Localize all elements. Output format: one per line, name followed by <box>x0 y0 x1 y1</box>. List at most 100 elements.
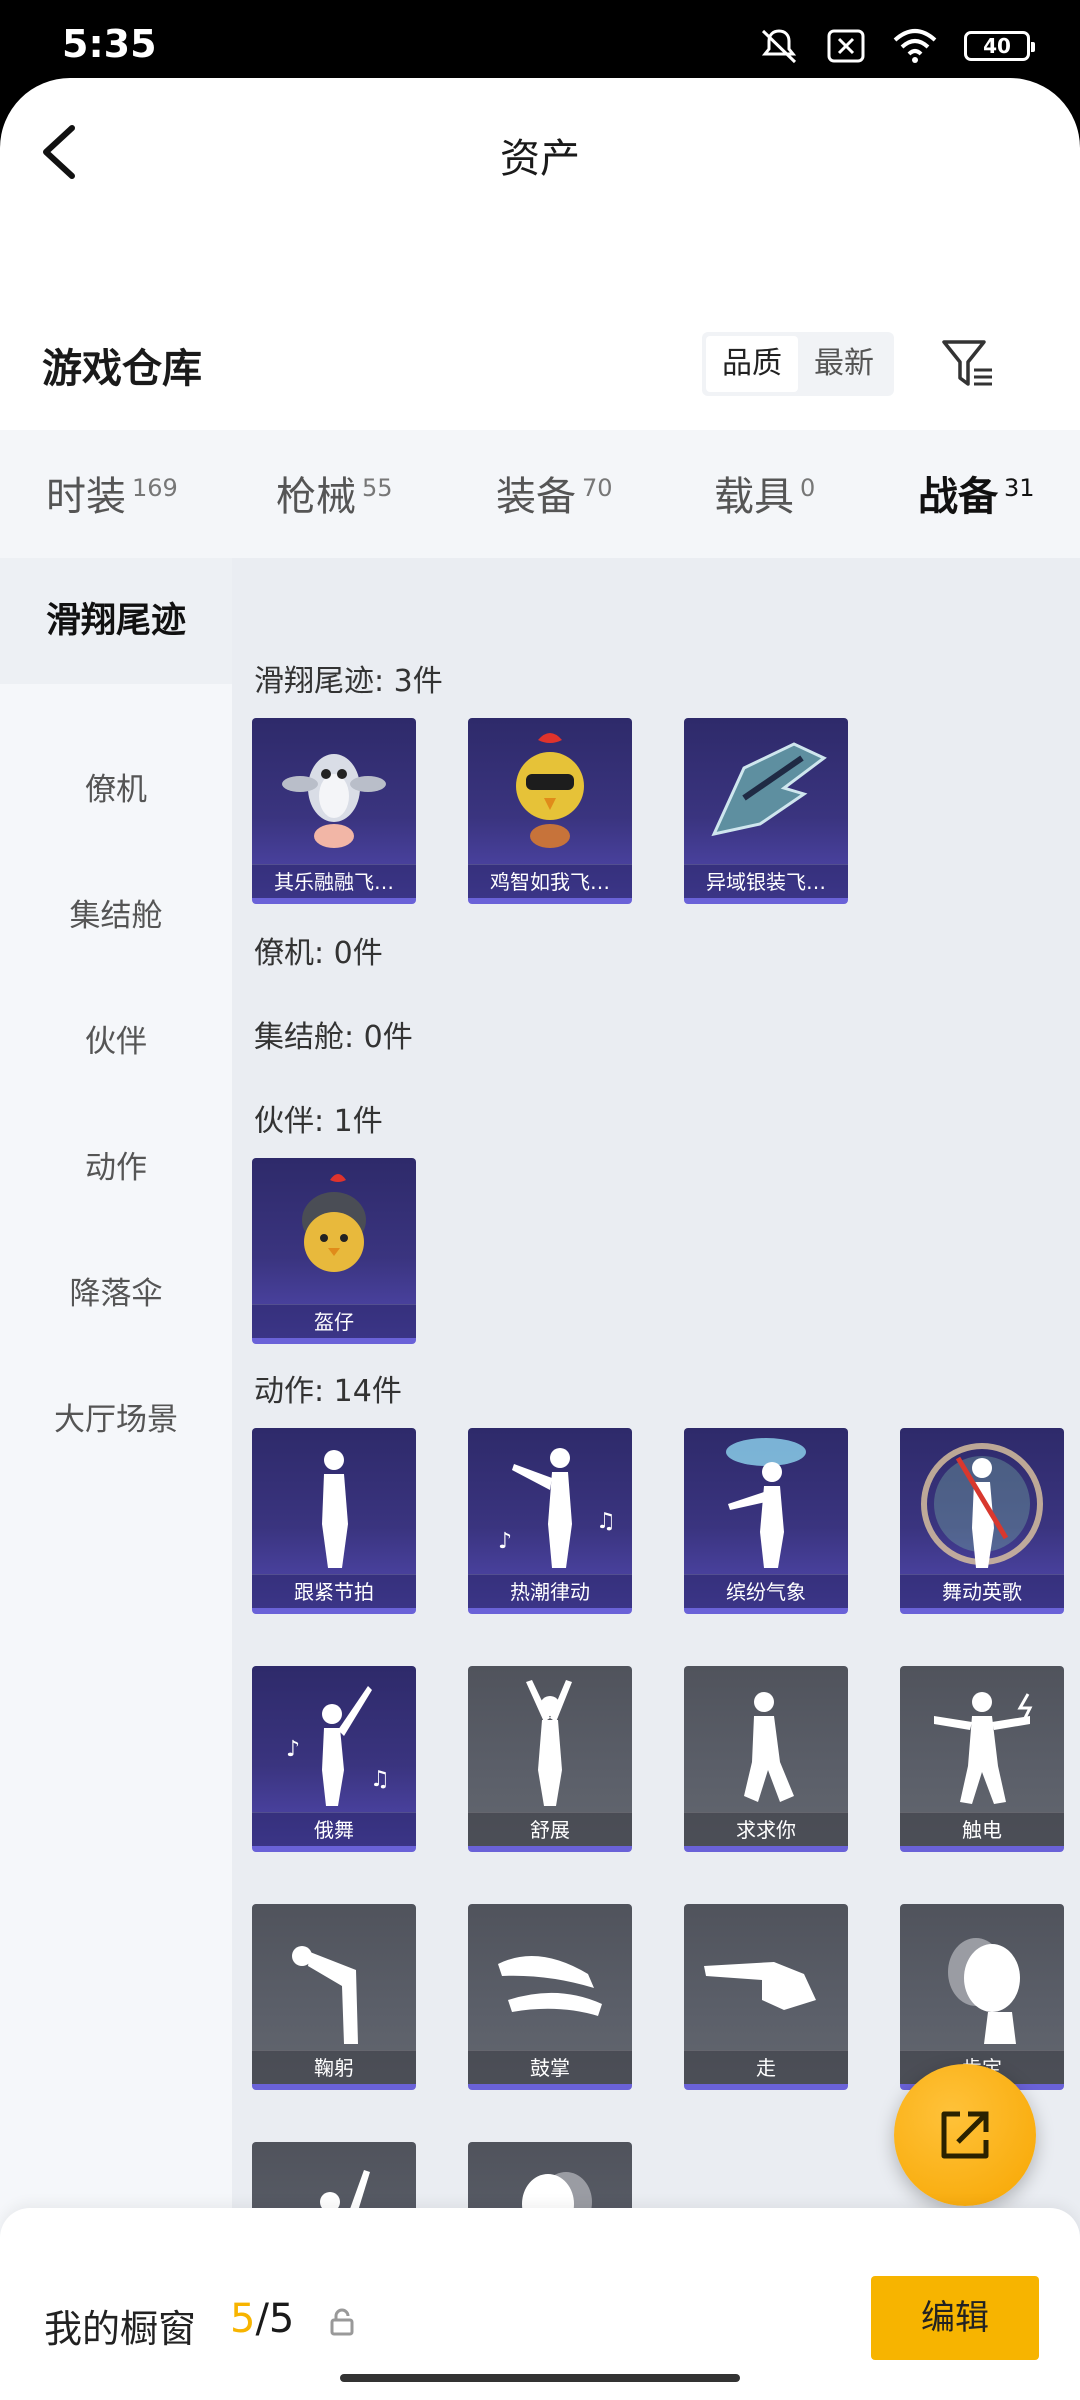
sidebar-item-glide-trail[interactable]: 滑翔尾迹 <box>0 558 232 684</box>
item-card[interactable]: 鼓掌 <box>468 1904 632 2090</box>
item-card[interactable]: 异域银装飞… <box>684 718 848 904</box>
item-card[interactable]: 缤纷气象 <box>684 1428 848 1614</box>
svg-text:♫: ♫ <box>596 1509 616 1534</box>
tab-vehicles[interactable]: 载具 0 <box>714 464 815 522</box>
item-name: 鸡智如我飞… <box>468 864 632 898</box>
item-name: 求求你 <box>684 1812 848 1846</box>
item-name: 俄舞 <box>252 1812 416 1846</box>
svg-text:♪: ♪ <box>286 1737 300 1762</box>
filter-icon <box>942 340 992 386</box>
sidebar: 滑翔尾迹 僚机 集结舱 伙伴 动作 降落伞 大厅场景 <box>0 558 232 2400</box>
item-name: 缤纷气象 <box>684 1574 848 1608</box>
item-card[interactable]: ♪ ♫ 热潮律动 <box>468 1428 632 1614</box>
item-card[interactable]: 鸡智如我飞… <box>468 718 632 904</box>
item-name: 其乐融融飞… <box>252 864 416 898</box>
group-label-emote: 动作: 14件 <box>254 1374 402 1409</box>
sidebar-item-rally-pod[interactable]: 集结舱 <box>0 890 232 935</box>
dance-figure-icon <box>322 1450 348 1568</box>
tab-battle-prep[interactable]: 战备 31 <box>918 464 1035 522</box>
item-card[interactable]: 跟紧节拍 <box>252 1428 416 1614</box>
sidebar-item-lobby-scene[interactable]: 大厅场景 <box>0 1394 232 1439</box>
tab-label: 枪械 <box>276 474 356 520</box>
section-title: 游戏仓库 <box>42 346 202 392</box>
item-name: 走 <box>684 2050 848 2084</box>
item-card[interactable]: 肯定 <box>900 1904 1064 2090</box>
item-name: 触电 <box>900 1812 1064 1846</box>
item-name: 舒展 <box>468 1812 632 1846</box>
item-name: 鞠躬 <box>252 2050 416 2084</box>
group-label-wingman: 僚机: 0件 <box>254 936 383 971</box>
share-button[interactable] <box>894 2064 1036 2206</box>
showcase-bar: 我的橱窗 5/5 编辑 <box>0 2208 1080 2400</box>
header: 资产 <box>0 78 1080 228</box>
clapping-hands-icon <box>498 1956 602 2016</box>
share-external-icon <box>941 2111 989 2159</box>
tab-fashion[interactable]: 时装 169 <box>46 464 178 522</box>
svg-text:♫: ♫ <box>370 1767 390 1792</box>
penguin-plane-icon <box>282 754 386 848</box>
sidebar-item-emote[interactable]: 动作 <box>0 1142 232 1187</box>
status-icons: 40 <box>758 26 1035 66</box>
pointing-hand-icon <box>704 1962 816 2010</box>
begging-figure-icon <box>744 1692 794 1802</box>
mute-icon <box>761 29 797 64</box>
home-indicator[interactable] <box>340 2374 740 2382</box>
item-card[interactable]: ♪ ♫ 俄舞 <box>252 1666 416 1852</box>
electric-shock-icon <box>934 1692 1033 1804</box>
item-card[interactable]: 舞动英歌 <box>900 1428 1064 1614</box>
sidebar-item-wingman[interactable]: 僚机 <box>0 764 232 809</box>
tab-equipment[interactable]: 装备 70 <box>496 464 613 522</box>
item-name: 热潮律动 <box>468 1574 632 1608</box>
dance-figure-icon: ♪♫ <box>498 1448 616 1568</box>
category-tabs: 时装 169 枪械 55 装备 70 载具 0 战备 31 <box>0 430 1080 558</box>
tab-guns[interactable]: 枪械 55 <box>276 464 393 522</box>
bow-figure-icon <box>292 1946 358 2044</box>
russian-dance-icon: ♪♫ <box>286 1686 390 1806</box>
item-card[interactable]: 舒展 <box>468 1666 632 1852</box>
filter-button[interactable] <box>938 334 998 394</box>
nodding-head-icon <box>948 1938 1020 2044</box>
chicken-plane-icon <box>516 733 584 848</box>
tab-label: 战备 <box>918 474 998 520</box>
item-card[interactable]: 走 <box>684 1904 848 2090</box>
tab-label: 时装 <box>46 474 126 520</box>
helmet-chick-icon <box>302 1174 366 1272</box>
item-name: 异域银装飞… <box>684 864 848 898</box>
sort-toggle: 品质 最新 <box>702 332 894 396</box>
item-card[interactable]: 触电 <box>900 1666 1064 1852</box>
sidebar-item-parachute[interactable]: 降落伞 <box>0 1268 232 1313</box>
edit-button[interactable]: 编辑 <box>871 2276 1039 2360</box>
showcase-current: 5 <box>230 2296 256 2342</box>
svg-text:♪: ♪ <box>498 1529 512 1554</box>
item-card[interactable]: 其乐融融飞… <box>252 718 416 904</box>
status-time: 5:35 <box>62 22 157 66</box>
item-card[interactable]: 鞠躬 <box>252 1904 416 2090</box>
stretch-figure-icon <box>526 1680 572 1806</box>
sim-off-icon <box>827 29 865 63</box>
group-label-glide: 滑翔尾迹: 3件 <box>254 664 443 699</box>
item-name: 鼓掌 <box>468 2050 632 2084</box>
showcase-total: /5 <box>255 2296 295 2342</box>
item-name: 跟紧节拍 <box>252 1574 416 1608</box>
sort-quality-option[interactable]: 品质 <box>706 336 798 392</box>
showcase-count: 5/5 <box>230 2296 294 2342</box>
lock-icon <box>330 2308 354 2336</box>
tab-count: 31 <box>1004 473 1035 502</box>
app-screen: 资产 游戏仓库 品质 最新 时装 169 枪械 55 装备 70 载具 0 战备 31 滑… <box>0 78 1080 2400</box>
sidebar-item-partner[interactable]: 伙伴 <box>0 1016 232 1061</box>
sort-newest-option[interactable]: 最新 <box>798 336 890 392</box>
page-title: 资产 <box>500 136 580 182</box>
status-bar: 5:35 40 <box>0 0 1080 80</box>
hero-dance-icon <box>921 1443 1043 1568</box>
group-label-partner: 伙伴: 1件 <box>254 1104 383 1139</box>
item-card[interactable]: 盔仔 <box>252 1158 416 1344</box>
group-label-rally: 集结舱: 0件 <box>254 1020 413 1055</box>
showcase-label: 我的橱窗 <box>44 2307 197 2351</box>
tab-count: 55 <box>362 473 393 502</box>
tab-label: 载具 <box>714 474 794 520</box>
item-card[interactable]: 求求你 <box>684 1666 848 1852</box>
wifi-icon <box>893 29 937 63</box>
tab-count: 169 <box>132 473 178 502</box>
tab-count: 70 <box>582 473 613 502</box>
silver-wing-icon <box>711 742 827 837</box>
